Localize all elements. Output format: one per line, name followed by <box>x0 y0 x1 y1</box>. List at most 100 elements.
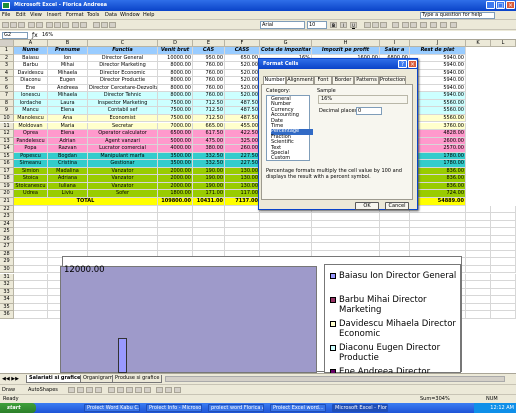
empty-cell[interactable] <box>491 265 516 274</box>
autoshapes-menu[interactable]: AutoShapes <box>28 386 58 394</box>
data-cell[interactable]: 8000.00 <box>158 92 193 100</box>
empty-cell[interactable] <box>410 220 466 229</box>
column-header-e[interactable]: E <box>193 40 225 47</box>
data-cell[interactable]: 5000.00 <box>158 137 193 146</box>
data-cell[interactable]: 1800.00 <box>158 190 193 198</box>
row-header[interactable]: 8 <box>0 99 14 108</box>
data-cell[interactable]: 332.50 <box>193 152 225 161</box>
row-header[interactable]: 22 <box>0 205 14 214</box>
total-cell[interactable]: 54889.00 <box>410 198 466 206</box>
empty-cell[interactable] <box>88 220 158 229</box>
data-cell[interactable]: Vanzator <box>88 167 158 176</box>
column-header-f[interactable]: F <box>225 40 260 47</box>
empty-cell[interactable] <box>491 311 516 319</box>
data-cell[interactable]: Udrea <box>14 190 48 198</box>
taskbar-item-1[interactable]: Proiect Word Kabu C... <box>84 404 140 412</box>
menu-file[interactable]: File <box>2 12 10 19</box>
column-header-k[interactable]: K <box>466 40 491 47</box>
data-cell[interactable]: 227.50 <box>225 160 260 168</box>
function-icon[interactable]: ƒx <box>32 32 38 39</box>
table-header-cell[interactable]: Venit brut <box>158 47 193 55</box>
data-cell[interactable]: 190.00 <box>193 182 225 191</box>
table-header-cell[interactable]: Prenume <box>48 47 88 55</box>
empty-cell[interactable] <box>88 205 158 214</box>
data-cell[interactable]: 332.50 <box>193 160 225 168</box>
textbox-icon[interactable] <box>108 387 115 393</box>
preview-icon[interactable] <box>36 22 43 28</box>
data-cell[interactable]: 2000.00 <box>158 167 193 176</box>
data-cell[interactable]: Simeanu <box>14 160 48 168</box>
data-cell[interactable]: Baiasu <box>14 54 48 63</box>
minimize-button[interactable]: _ <box>486 1 495 9</box>
empty-cell[interactable] <box>225 243 260 251</box>
row-header[interactable]: 30 <box>0 265 14 274</box>
taskbar-item-4[interactable]: Proiect Excel word... <box>270 404 326 412</box>
row-header[interactable]: 19 <box>0 182 14 191</box>
row-header[interactable]: 33 <box>0 288 14 297</box>
tab-alignment[interactable]: Alignment <box>286 76 314 84</box>
select-all-corner[interactable] <box>0 40 14 47</box>
currency-icon[interactable] <box>402 22 409 28</box>
data-cell[interactable]: Laura <box>48 99 88 108</box>
data-cell[interactable]: 7000.00 <box>158 122 193 131</box>
empty-cell[interactable] <box>14 220 48 229</box>
data-cell[interactable]: 7500.00 <box>158 107 193 115</box>
empty-cell[interactable] <box>260 213 312 221</box>
data-cell[interactable]: Razvan <box>48 145 88 153</box>
data-cell[interactable]: 260.00 <box>225 145 260 153</box>
column-header-a[interactable]: A <box>14 40 48 47</box>
line-icon[interactable] <box>68 387 75 393</box>
empty-cell[interactable] <box>14 273 48 282</box>
column-header-j[interactable]: J <box>410 40 466 47</box>
data-cell[interactable]: 4000.00 <box>158 145 193 153</box>
empty-cell[interactable] <box>14 303 48 312</box>
data-cell[interactable]: 10000.00 <box>158 54 193 63</box>
row-header[interactable]: 1 <box>0 47 14 55</box>
row-header[interactable]: 13 <box>0 137 14 146</box>
data-cell[interactable]: Eugen <box>48 77 88 85</box>
data-cell[interactable]: Manolescu <box>14 114 48 123</box>
data-cell[interactable]: Diaconu <box>14 77 48 85</box>
data-cell[interactable]: Elena <box>48 130 88 138</box>
category-list[interactable]: General Number Currency Accounting Date Time P… <box>266 95 313 161</box>
empty-cell[interactable] <box>491 273 516 282</box>
data-cell[interactable]: 171.00 <box>193 190 225 198</box>
data-cell[interactable]: 2570.00 <box>410 145 466 153</box>
data-cell[interactable]: 117.00 <box>225 190 260 198</box>
empty-cell[interactable] <box>48 220 88 229</box>
data-cell[interactable]: Inspector Marketing <box>88 99 158 108</box>
empty-cell[interactable] <box>225 228 260 236</box>
empty-cell[interactable] <box>14 228 48 236</box>
total-cell[interactable]: 109800.00 <box>158 198 193 206</box>
empty-cell[interactable] <box>14 205 48 214</box>
empty-cell[interactable] <box>48 213 88 221</box>
data-cell[interactable]: Director Marketing <box>88 62 158 70</box>
menu-window[interactable]: Window <box>120 12 140 19</box>
data-cell[interactable]: Stoicanescu <box>14 182 48 191</box>
row-header[interactable]: 18 <box>0 175 14 183</box>
row-header[interactable]: 24 <box>0 220 14 229</box>
empty-cell[interactable] <box>312 235 380 244</box>
data-cell[interactable]: Mancu <box>14 107 48 115</box>
decimal-places-stepper[interactable]: 0 <box>356 107 382 115</box>
data-cell[interactable]: 8000.00 <box>158 62 193 70</box>
row-header[interactable]: 31 <box>0 273 14 282</box>
data-cell[interactable]: Vanzator <box>88 182 158 191</box>
empty-cell[interactable] <box>48 205 88 214</box>
data-cell[interactable]: 520.00 <box>225 84 260 93</box>
empty-cell[interactable] <box>14 243 48 251</box>
tab-patterns[interactable]: Patterns <box>354 76 379 84</box>
close-button[interactable]: × <box>506 1 515 9</box>
empty-cell[interactable] <box>380 235 410 244</box>
fill-icon[interactable] <box>156 387 163 393</box>
empty-cell[interactable] <box>193 220 225 229</box>
data-cell[interactable]: 475.00 <box>193 137 225 146</box>
empty-cell[interactable] <box>491 281 516 289</box>
empty-cell[interactable] <box>193 235 225 244</box>
data-cell[interactable]: Mihaela <box>48 92 88 100</box>
row-header[interactable]: 25 <box>0 228 14 236</box>
data-cell[interactable]: 712.50 <box>193 114 225 123</box>
data-cell[interactable]: 520.00 <box>225 69 260 78</box>
empty-cell[interactable] <box>466 311 491 319</box>
data-cell[interactable]: 520.00 <box>225 92 260 100</box>
